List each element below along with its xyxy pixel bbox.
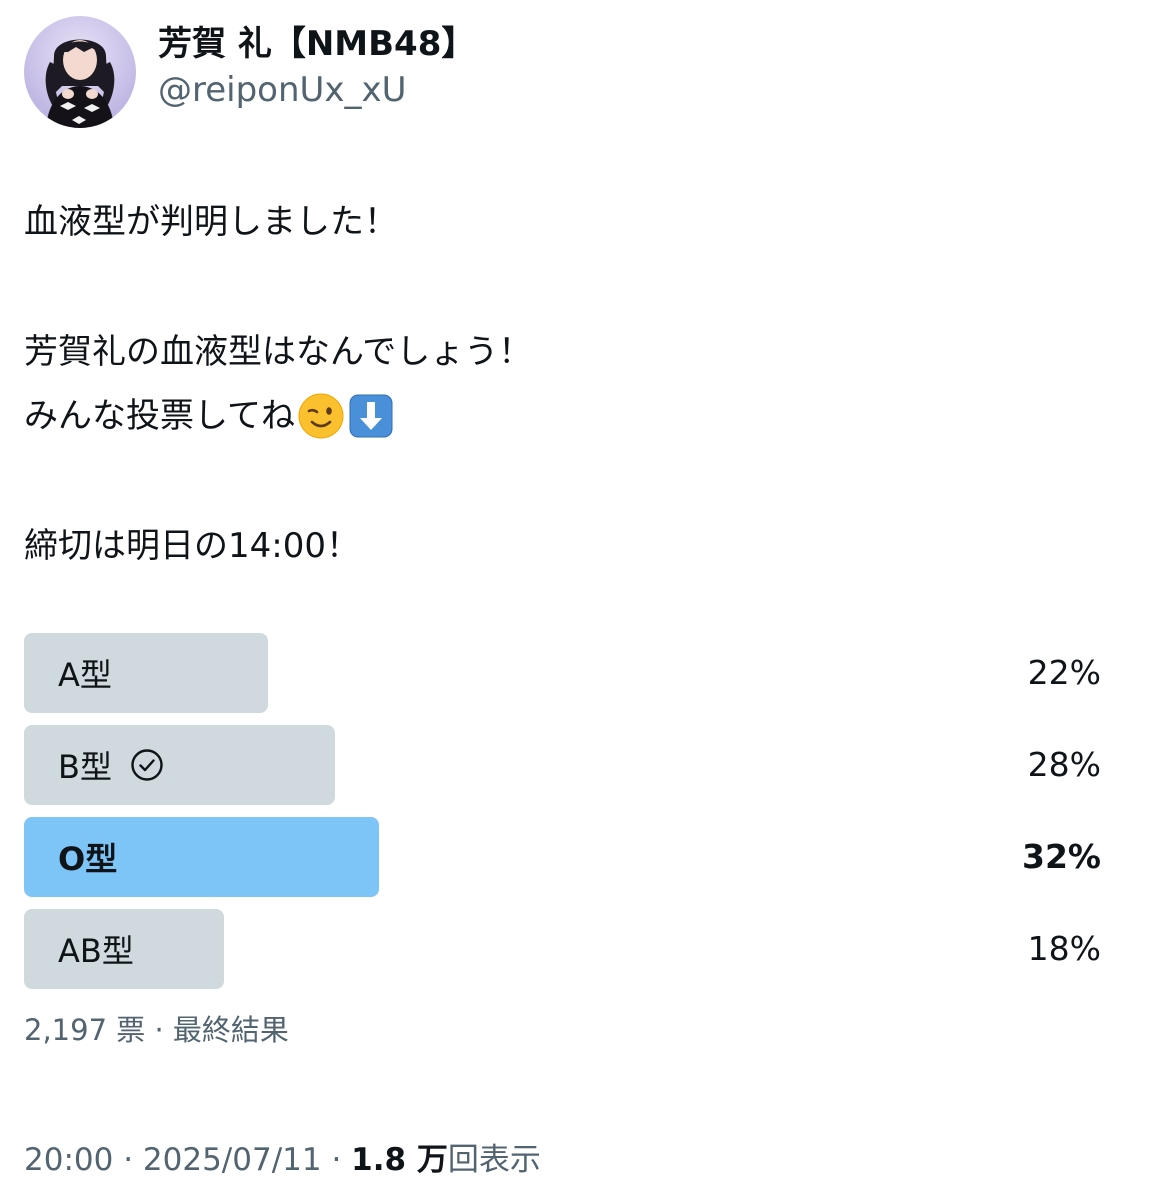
user-handle[interactable]: @reiponUx_xU (158, 68, 475, 112)
poll-option-b[interactable]: B型 28% (24, 725, 1101, 805)
poll-percent: 22% (1027, 653, 1101, 692)
poll-option-text: B型 (58, 748, 112, 786)
separator: · (145, 1013, 173, 1047)
poll-percent: 18% (1027, 929, 1101, 968)
poll-percent: 28% (1027, 745, 1101, 784)
tweet-line: 血液型が判明しました！ (24, 202, 398, 242)
poll-status: 最終結果 (172, 1013, 289, 1047)
poll-votes: 2,197 票 (24, 1013, 146, 1047)
separator: · (113, 1142, 143, 1178)
views-count: 1.8 万 (351, 1142, 448, 1178)
poll-option-a[interactable]: A型 22% (24, 633, 1101, 713)
poll-option-label: B型 (58, 742, 164, 788)
display-name[interactable]: 芳賀 礼【NMB48】 (158, 22, 475, 66)
poll-option-label: A型 (58, 650, 112, 696)
avatar[interactable] (24, 16, 136, 128)
tweet-time[interactable]: 20:00 (24, 1142, 113, 1178)
poll-option-o[interactable]: O型 32% (24, 817, 1101, 897)
tweet-text: 血液型が判明しました！ 芳賀礼の血液型はなんでしょう！ みんな投票してね 締切は… (24, 190, 1124, 578)
poll-percent: 32% (1022, 837, 1101, 876)
tweet-timestamp: 20:00 · 2025/07/11 · 1.8 万回表示 (24, 1138, 541, 1182)
tweet-line-text: みんな投票してね (24, 396, 295, 436)
views-label: 回表示 (447, 1142, 541, 1178)
down-arrow-icon (347, 392, 395, 440)
poll-option-label: O型 (58, 834, 117, 880)
user-names: 芳賀 礼【NMB48】 @reiponUx_xU (158, 24, 475, 116)
poll-option-text: O型 (58, 840, 118, 878)
tweet-line: 締切は明日の14:00！ (24, 526, 360, 566)
separator: · (321, 1142, 352, 1178)
winking-face-icon (297, 392, 345, 440)
poll-option-ab[interactable]: AB型 18% (24, 909, 1101, 989)
poll-option-label: AB型 (58, 926, 134, 972)
check-circle-icon (130, 748, 164, 782)
poll-meta: 2,197 票 · 最終結果 (24, 1008, 289, 1052)
tweet-line: みんな投票してね (24, 384, 1124, 448)
poll-option-text: AB型 (58, 932, 134, 970)
poll: A型 22% B型 28% O型 32% AB型 18% (24, 633, 1101, 1001)
tweet-line: 芳賀礼の血液型はなんでしょう！ (24, 332, 533, 372)
tweet-header: 芳賀 礼【NMB48】 @reiponUx_xU (24, 16, 475, 128)
tweet-date[interactable]: 2025/07/11 (143, 1142, 322, 1178)
poll-option-text: A型 (58, 656, 112, 694)
